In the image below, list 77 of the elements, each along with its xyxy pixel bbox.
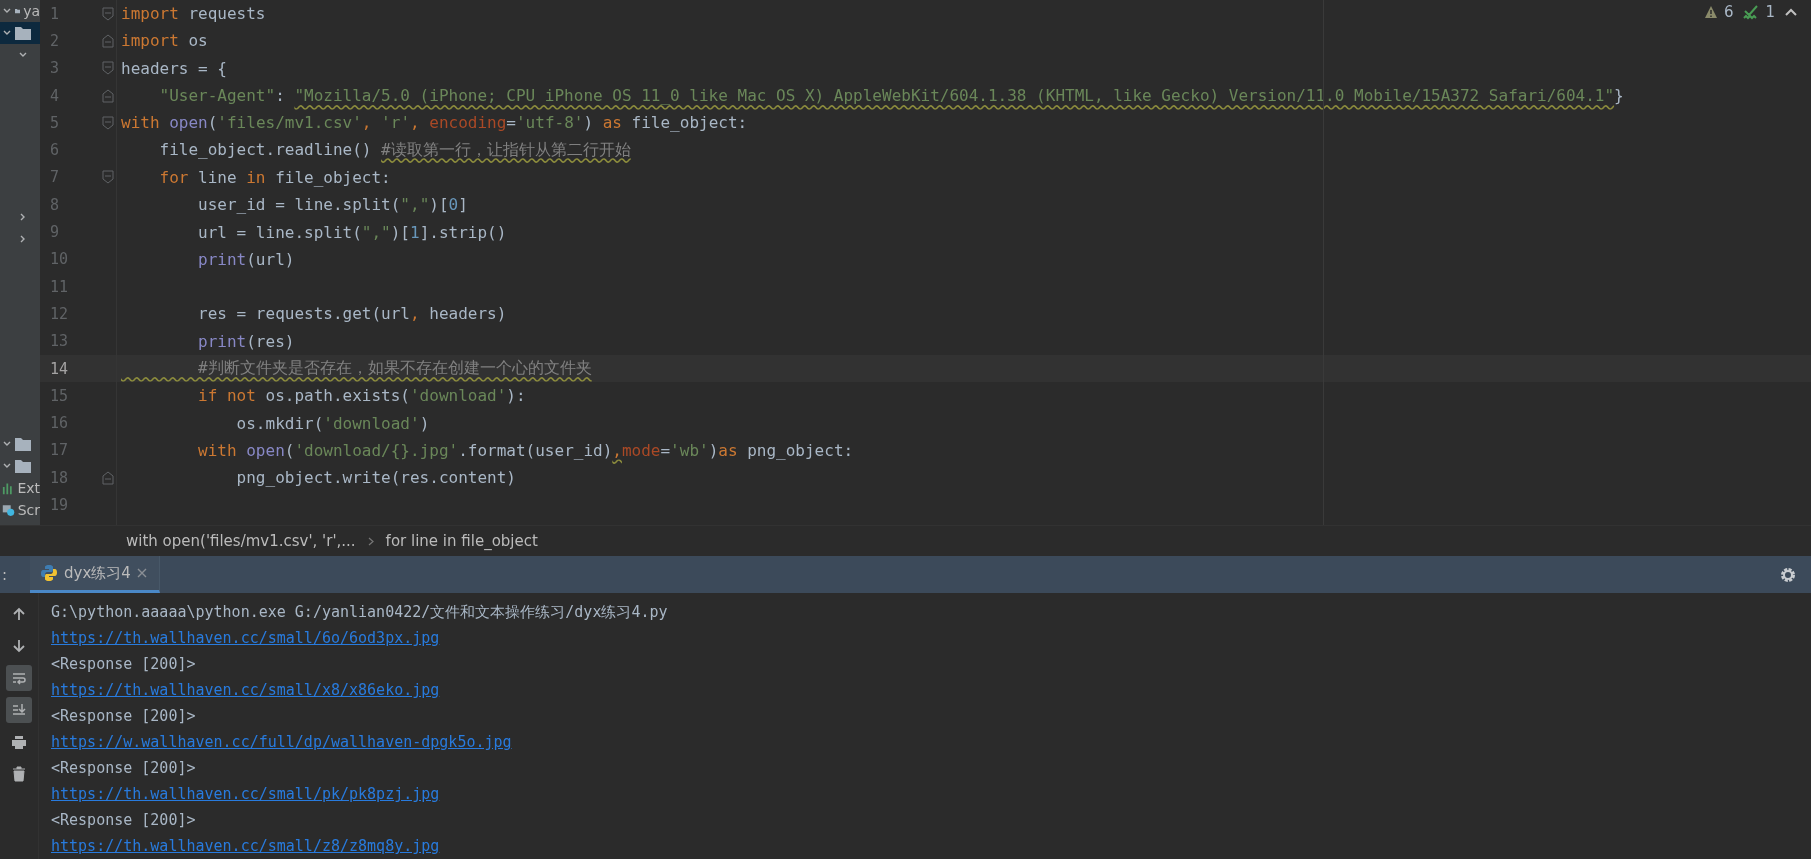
folder-icon	[15, 26, 31, 40]
chevron-icon	[367, 536, 374, 546]
folder-icon	[15, 437, 31, 451]
line-number: 3	[50, 59, 60, 78]
down-arrow-icon	[11, 638, 27, 654]
code-line: os.mkdir('download')	[235, 413, 430, 433]
toolbar-button[interactable]	[6, 665, 32, 691]
run-tab[interactable]: dyx练习4	[30, 556, 160, 593]
code-line: res = requests.get(url, headers)	[197, 304, 507, 324]
console-link[interactable]: https://th.wallhaven.cc/small/z8/z8mq8y.jpg	[51, 837, 440, 855]
trash-icon	[11, 766, 27, 782]
tree-label[interactable]: Scr	[17, 502, 40, 518]
bar-chart-icon	[2, 481, 15, 495]
line-number: 16	[50, 414, 69, 433]
code-line: file_object.readline() #读取第一行，让指针从第二行开始	[158, 139, 631, 161]
warning-count[interactable]: 6	[1723, 3, 1734, 21]
close-icon[interactable]	[136, 568, 147, 578]
console-link[interactable]: https://th.wallhaven.cc/small/6o/6od3px.jpg	[51, 629, 440, 647]
line-number: 11	[50, 277, 69, 296]
code-line: png_object.write(res.content)	[235, 468, 516, 488]
panel-label: :	[2, 565, 8, 584]
line-number: 13	[50, 332, 69, 351]
line-number: 1	[50, 4, 60, 23]
line-number: 7	[50, 168, 60, 187]
line-number: 18	[50, 468, 69, 487]
settings-icon[interactable]	[1779, 565, 1797, 584]
code-line: headers = {	[121, 58, 227, 78]
folder-icon	[15, 459, 31, 473]
line-number: 5	[50, 113, 60, 132]
line-number: 10	[50, 250, 69, 269]
code-line: if not os.path.exists('download'):	[197, 386, 526, 406]
line-number: 17	[50, 441, 69, 460]
caret-up-icon[interactable]	[1785, 7, 1797, 17]
code-line: print(url)	[197, 249, 295, 269]
typo-icon[interactable]	[1743, 4, 1760, 20]
console-line: <Response [200]>	[51, 759, 196, 777]
tree-item[interactable]	[0, 22, 40, 44]
code-line: for line in file_object:	[158, 167, 391, 187]
wrap-icon	[11, 670, 27, 686]
line-number: 12	[50, 304, 69, 323]
code-line: print(res)	[197, 331, 295, 351]
line-number: 19	[50, 496, 69, 514]
tree-label[interactable]: Ext	[17, 480, 40, 496]
scroll-to-end-icon	[11, 702, 27, 718]
up-arrow-icon	[11, 606, 27, 622]
print-icon	[11, 734, 27, 750]
console-link[interactable]: https://w.wallhaven.cc/full/dp/wallhaven-dpgk5o.jpg	[51, 733, 512, 751]
code-line: user_id = line.split(",")[0]	[197, 195, 468, 215]
scratch-icon	[2, 502, 15, 518]
line-number: 9	[50, 223, 60, 241]
breadcrumb[interactable]: for line in file_object	[385, 532, 538, 550]
code-line: import requests	[121, 4, 266, 24]
console-link[interactable]: https://th.wallhaven.cc/small/x8/x86eko.jpg	[51, 681, 440, 699]
console-line: <Response [200]>	[51, 811, 196, 829]
line-number: 8	[50, 195, 60, 214]
python-icon	[40, 564, 58, 582]
toolbar-button[interactable]	[6, 697, 32, 723]
line-number: 4	[50, 86, 60, 105]
line-number: 14	[50, 359, 69, 378]
code-line: #判断文件夹是否存在，如果不存在创建一个心的文件夹	[197, 358, 592, 379]
breadcrumb[interactable]: with open('files/mv1.csv', 'r',...	[126, 532, 356, 550]
typo-count[interactable]: 1	[1765, 3, 1775, 21]
warning-icon[interactable]	[1703, 5, 1718, 19]
code-line: with open('download/{}.jpg'.format(user_id),mode='wb')as png_object:	[197, 440, 854, 460]
tree-label[interactable]: ya	[23, 3, 40, 19]
code-line: "User-Agent": "Mozilla/5.0 (iPhone; CPU iPhone OS 11_0 like Mac OS X) AppleWebKit/604.1.38 (KHTML, like Gecko) Version/11.0 Mobile/15A372 Safari/604.1"}	[158, 86, 1624, 106]
code-line: url = line.split(",")[1].strip()	[197, 222, 507, 242]
line-number: 2	[50, 31, 60, 50]
line-number: 15	[50, 386, 69, 405]
code-line: with open('files/mv1.csv', 'r', encoding='utf-8') as file_object:	[121, 113, 748, 133]
console-link[interactable]: https://th.wallhaven.cc/small/pk/pk8pzj.jpg	[51, 785, 440, 803]
console-line: G:\python.aaaaa\python.exe G:/yanlian0422/文件和文本操作练习/dyx练习4.py	[51, 603, 668, 621]
code-line: import os	[121, 31, 208, 51]
console-line: <Response [200]>	[51, 707, 196, 725]
tree-item[interactable]: ya	[0, 0, 40, 22]
line-number: 6	[50, 141, 60, 160]
console-line: <Response [200]>	[51, 655, 196, 673]
